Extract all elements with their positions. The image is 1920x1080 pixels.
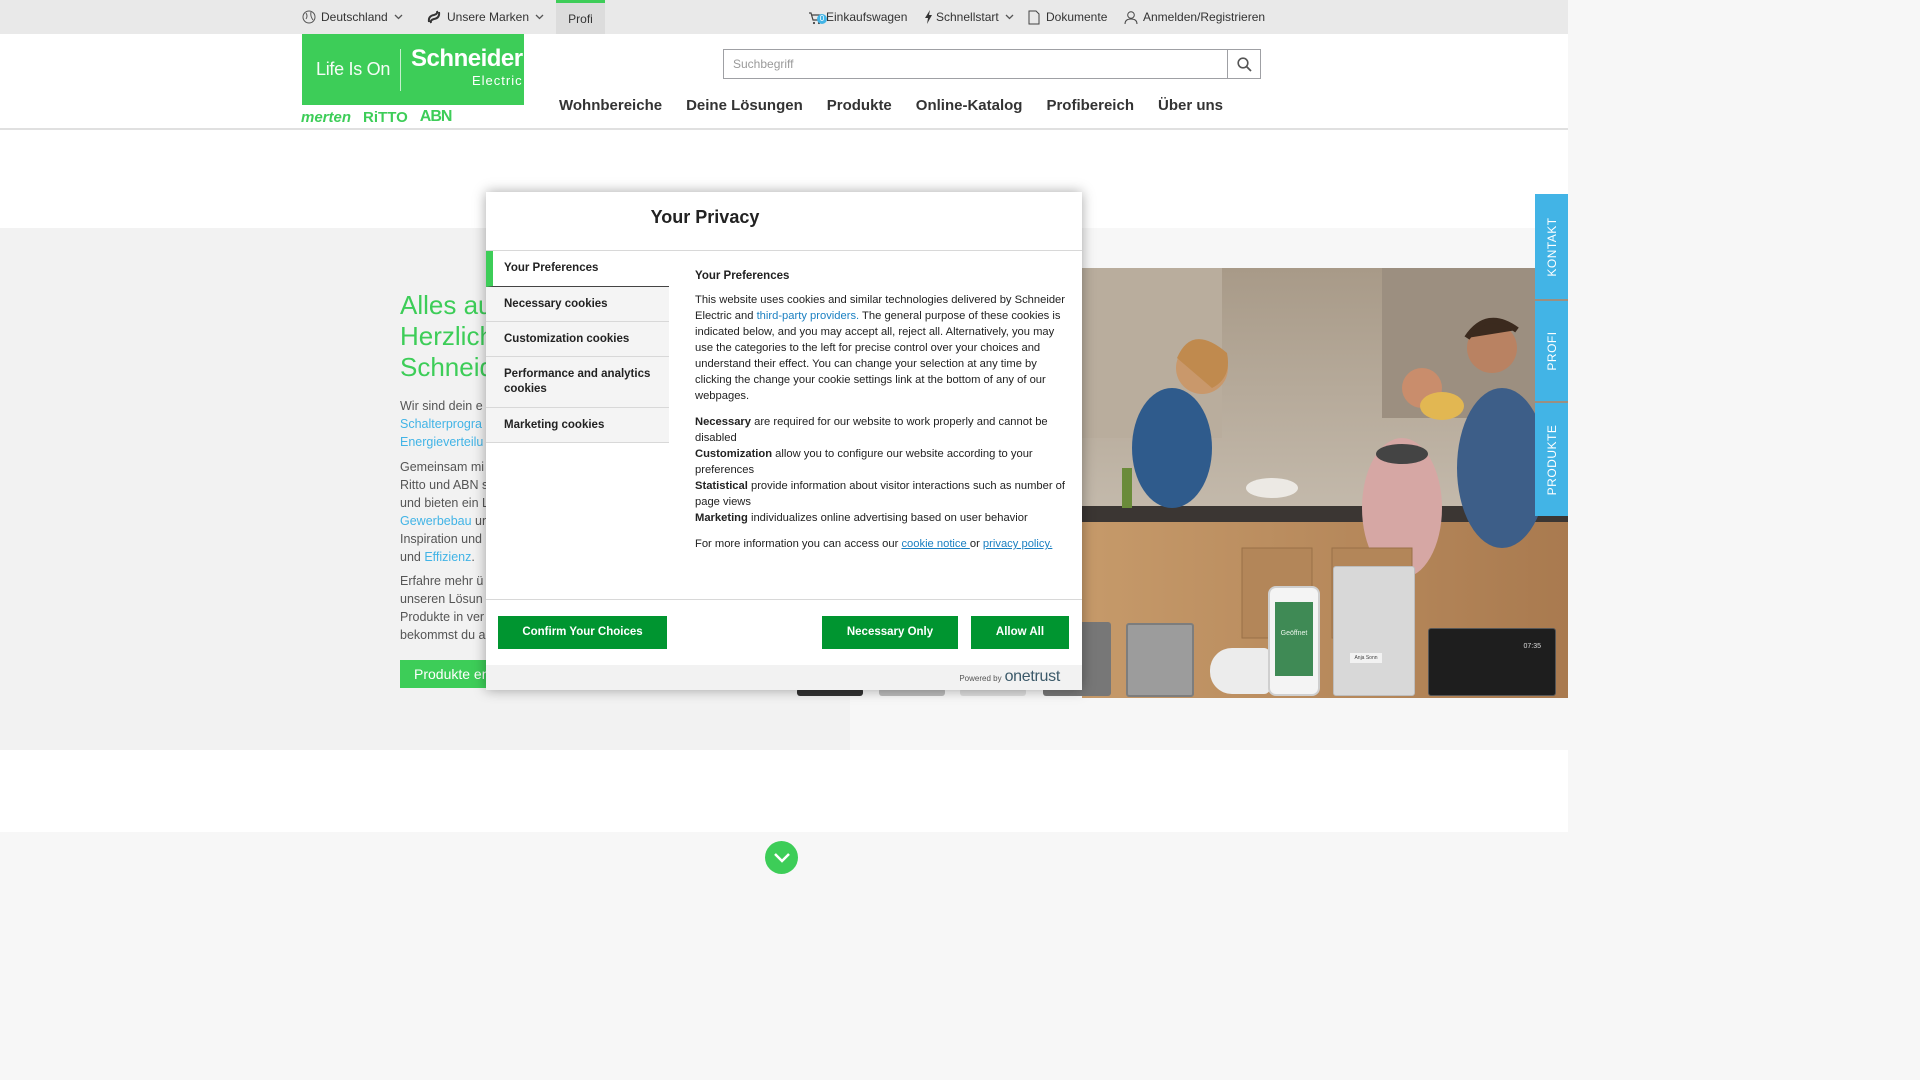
more-info-text: For more information you can access our … [695, 538, 1053, 550]
category-list: Necessary are required for our website t… [695, 414, 1067, 526]
logo-tagline: Life Is On [316, 59, 391, 79]
hero-title: Alles au Herzlich Schneid [400, 290, 490, 382]
country-label: Deutschland [321, 10, 388, 24]
category-marketing: Marketing individualizes online advertis… [695, 512, 1028, 524]
chevron-down-icon [535, 14, 544, 20]
nav-deine-loesungen[interactable]: Deine Lösungen [686, 97, 803, 114]
tab-necessary-cookies[interactable]: Necessary cookies [486, 287, 669, 322]
nav-produkte[interactable]: Produkte [827, 97, 892, 114]
country-selector[interactable]: Deutschland [302, 0, 403, 34]
tab-your-preferences[interactable]: Your Preferences [486, 251, 669, 287]
quickstart-menu[interactable]: Schnellstart [924, 0, 1014, 34]
radiator-thermostat [1210, 648, 1270, 694]
link-schalterprogramme[interactable]: Schalterprogra [400, 415, 486, 433]
category-statistical: Statistical provide information about vi… [695, 480, 1065, 508]
chevron-down-icon [1005, 14, 1014, 20]
nav-ueber-uns[interactable]: Über uns [1158, 97, 1223, 114]
third-party-link[interactable]: third-party providers. [757, 310, 860, 322]
lightning-icon [925, 10, 932, 24]
side-tab-profi[interactable]: PROFI [1535, 301, 1568, 401]
search-icon [1236, 56, 1252, 72]
powered-by-label: Powered by [959, 674, 1002, 683]
preferences-pane: Your Preferences This website uses cooki… [695, 268, 1067, 562]
schneider-logo[interactable]: Life Is On Schneider Electric [302, 34, 524, 105]
necessary-only-button[interactable]: Necessary Only [822, 616, 958, 649]
nav-wohnbereiche[interactable]: Wohnbereiche [559, 97, 662, 114]
merten-logo[interactable]: merten [301, 109, 351, 126]
privacy-modal: Your Privacy Your Preferences Necessary … [486, 192, 1082, 690]
login-label: Anmelden/Registrieren [1143, 10, 1266, 24]
confirm-choices-button[interactable]: Confirm Your Choices [498, 616, 667, 649]
nav-online-katalog[interactable]: Online-Katalog [916, 97, 1023, 114]
user-icon [1124, 10, 1138, 24]
cart-icon-wrap: 0 [808, 9, 827, 25]
tab-customization-cookies[interactable]: Customization cookies [486, 322, 669, 357]
brand-logos: merten RiTTO ABN [301, 108, 453, 126]
ritto-logo[interactable]: RiTTO [363, 109, 408, 126]
scroll-down-button[interactable] [765, 841, 798, 874]
side-tab-kontakt[interactable]: KONTAKT [1535, 194, 1568, 299]
brands-label: Unsere Marken [447, 10, 530, 24]
side-tab-produkte[interactable]: PRODUKTE [1535, 403, 1568, 516]
cookie-notice-link[interactable]: cookie notice [901, 538, 969, 550]
search-button[interactable] [1227, 50, 1260, 78]
privacy-policy-link[interactable]: privacy policy. [983, 538, 1052, 550]
category-customization: Customization allow you to configure our… [695, 448, 1033, 476]
nav-profibereich[interactable]: Profibereich [1046, 97, 1134, 114]
quickstart-label: Schnellstart [936, 10, 999, 24]
intro-text: This website uses cookies and similar te… [695, 294, 1066, 402]
document-icon [1028, 10, 1040, 24]
documents-label: Dokumente [1046, 10, 1108, 24]
main-navigation: Wohnbereiche Deine Lösungen Produkte Onl… [559, 97, 1247, 114]
hero-kitchen-image: Geöffnet Anja Sonn 07:35 [1082, 268, 1568, 698]
onetrust-logo[interactable]: Powered by onetrust [959, 668, 1060, 686]
cart-label: Einkaufswagen [826, 10, 908, 24]
brands-menu[interactable]: Unsere Marken [426, 0, 544, 34]
room-controller: 07:35 [1428, 628, 1556, 696]
documents-link[interactable]: Dokumente [1028, 0, 1107, 34]
outdoor-socket [1126, 623, 1194, 697]
abn-logo[interactable]: ABN [420, 108, 453, 126]
onetrust-wordmark: onetrust [1004, 668, 1061, 685]
logo-name: Schneider Electric [411, 44, 523, 88]
modal-footer: Powered by onetrust [486, 665, 1082, 690]
login-link[interactable]: Anmelden/Registrieren [1124, 0, 1265, 34]
hero-paragraph-3: Erfahre mehr ü unseren Lösun Produkte in… [400, 574, 486, 642]
pane-heading: Your Preferences [695, 270, 790, 282]
side-tabs: KONTAKT PROFI PRODUKTE [1535, 194, 1568, 518]
chevron-down-icon [773, 853, 790, 863]
link-gewerbebau[interactable]: Gewerbebau [400, 514, 472, 528]
link-energieverteilung[interactable]: Energieverteilu [400, 433, 486, 451]
profi-tab[interactable]: Profi [556, 0, 605, 34]
brands-icon [427, 10, 441, 24]
phone-screen: Geöffnet [1275, 602, 1313, 676]
hero-paragraph-2: Gemeinsam mi Ritto und ABN s und bieten … [400, 460, 486, 564]
lower-section [0, 750, 1568, 832]
tab-performance-cookies[interactable]: Performance and analytics cookies [486, 357, 669, 408]
modal-title: Your Privacy [650, 207, 760, 227]
tab-marketing-cookies[interactable]: Marketing cookies [486, 408, 669, 443]
cart-count-badge: 0 [817, 14, 827, 24]
allow-all-button[interactable]: Allow All [971, 616, 1069, 649]
globe-icon [302, 10, 316, 24]
search-bar [723, 49, 1261, 79]
hero-paragraph-1: Wir sind dein e Schalterprogra Energieve… [400, 397, 486, 451]
chevron-down-icon [394, 14, 403, 20]
door-intercom: Anja Sonn [1333, 566, 1415, 696]
cookie-category-tabs: Your Preferences Necessary cookies Custo… [486, 251, 669, 443]
cart-link[interactable]: 0 Einkaufswagen [808, 0, 907, 34]
link-effizienz[interactable]: Effizienz [424, 550, 471, 564]
top-utility-bar: Deutschland Unsere Marken Profi 0 Einkau… [0, 0, 1568, 34]
site-header: Life Is On Schneider Electric merten RiTT… [0, 34, 1568, 130]
divider [486, 599, 1082, 600]
category-necessary: Necessary are required for our website t… [695, 416, 1048, 444]
products-button[interactable]: Produkte en [400, 660, 486, 688]
smartphone: Geöffnet [1268, 586, 1320, 696]
search-input[interactable] [724, 50, 1227, 78]
logo-divider [400, 48, 402, 91]
